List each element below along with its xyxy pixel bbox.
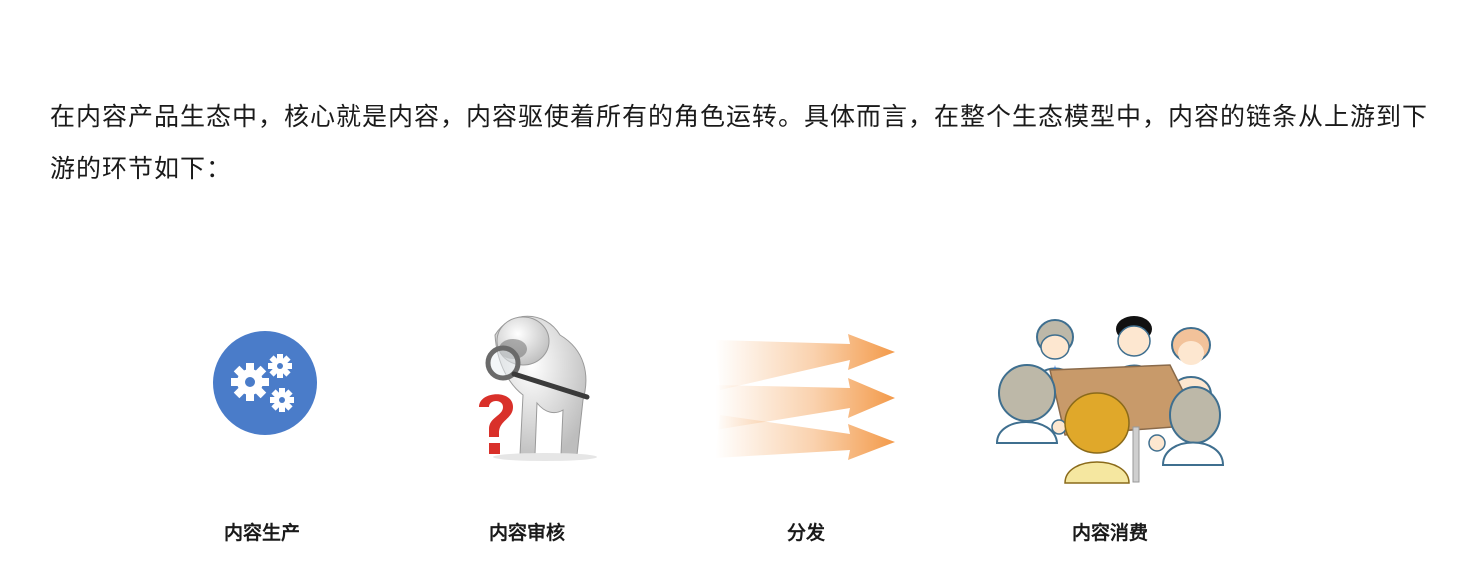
arrows-icon: [715, 334, 895, 460]
step-label-distribution: 分发: [786, 522, 825, 544]
flow-diagram: 内容生产 内容审核 分发 内容消费: [0, 0, 1469, 586]
step-label-consumption: 内容消费: [1071, 522, 1148, 544]
gears-icon: [213, 331, 317, 435]
magnifier-question-icon: [479, 315, 597, 461]
step-label-review: 内容审核: [488, 522, 565, 544]
step-label-production: 内容生产: [223, 522, 300, 544]
meeting-people-icon: [995, 316, 1225, 484]
